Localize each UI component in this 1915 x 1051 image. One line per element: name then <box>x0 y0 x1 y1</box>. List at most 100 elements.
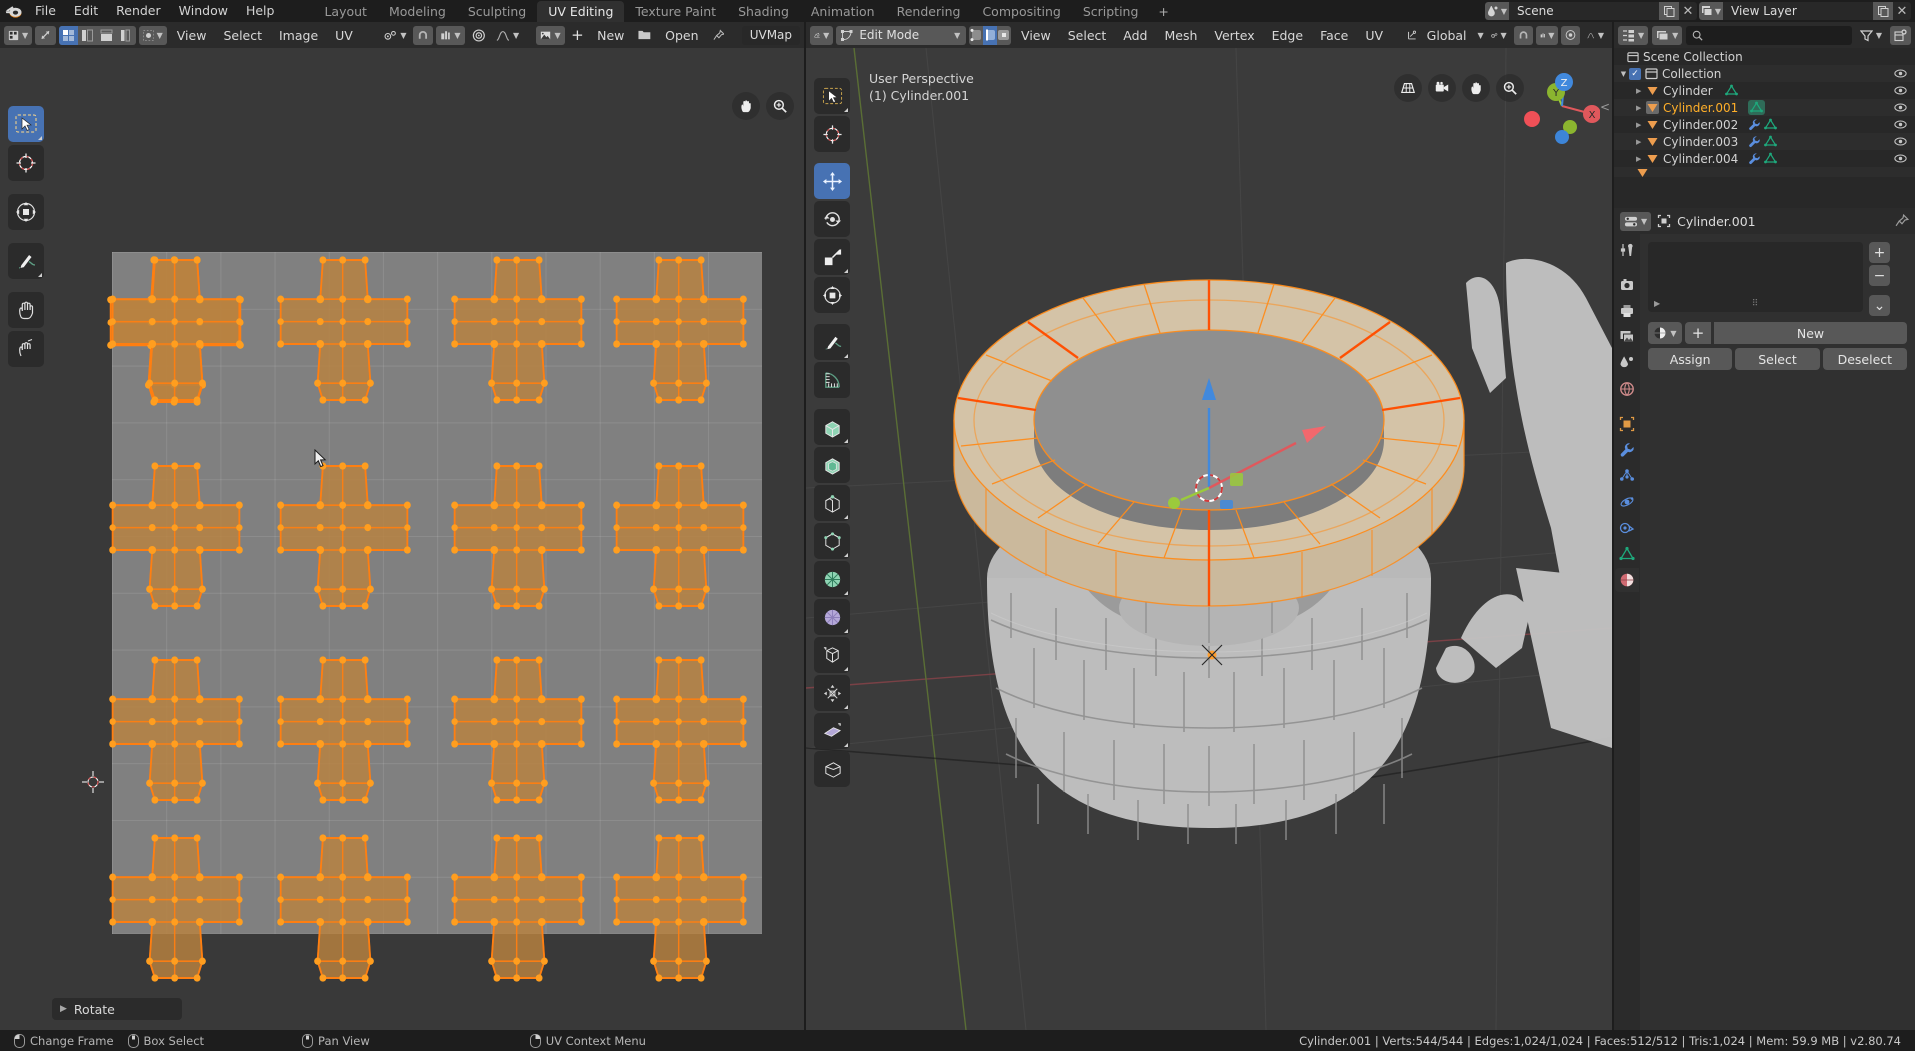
uv-island-select-icon[interactable] <box>116 26 135 45</box>
vp-tool-extrude[interactable] <box>814 409 850 445</box>
workspace-tab-rendering[interactable]: Rendering <box>886 1 972 22</box>
deselect-material-button[interactable]: Deselect <box>1822 348 1907 370</box>
uv-edge-select-icon[interactable] <box>78 26 97 45</box>
vp-menu-view[interactable]: View <box>1014 26 1058 45</box>
visibility-eye-icon[interactable] <box>1894 67 1907 80</box>
uv-tool-annotate[interactable] <box>8 243 44 279</box>
new-material-button[interactable]: New <box>1714 322 1907 344</box>
vp-tool-measure[interactable] <box>814 362 850 398</box>
vp-tool-cursor[interactable] <box>814 116 850 152</box>
properties-tab-material[interactable] <box>1615 568 1639 592</box>
mesh-data-icon[interactable] <box>1764 152 1778 165</box>
uv-editor-type-icon[interactable]: ▼ <box>4 25 33 45</box>
disclosure-triangle-icon[interactable]: ▶ <box>1636 121 1646 129</box>
mesh-data-icon[interactable] <box>1748 100 1766 115</box>
workspace-tab-modeling[interactable]: Modeling <box>378 1 457 22</box>
outliner-row-cylinder[interactable]: ▶ Cylinder <box>1614 82 1915 99</box>
blender-logo-icon[interactable] <box>0 0 26 22</box>
vp-tool-loopcut[interactable] <box>814 523 850 559</box>
menu-window[interactable]: Window <box>170 2 237 20</box>
remove-material-slot-button[interactable]: − <box>1869 265 1890 286</box>
duplicate-scene-icon[interactable] <box>1659 2 1679 20</box>
uv-sticky-selection-icon[interactable]: ▼ <box>138 25 167 45</box>
material-slot-list[interactable]: ▶ ⠿ <box>1648 242 1863 312</box>
edge-select-icon[interactable] <box>983 25 998 45</box>
uv-tool-grab[interactable] <box>8 292 44 328</box>
menu-file[interactable]: File <box>26 2 65 20</box>
view-axis-gizmo[interactable]: X Y Z <box>1524 68 1600 144</box>
vp-proportional-edit-icon[interactable] <box>1561 25 1581 45</box>
properties-tab-object[interactable] <box>1615 412 1639 436</box>
visibility-eye-icon[interactable] <box>1894 152 1907 165</box>
select-material-button[interactable]: Select <box>1735 348 1820 370</box>
modifier-icon[interactable] <box>1748 152 1761 165</box>
disclosure-triangle-icon[interactable]: ▶ <box>1636 155 1646 163</box>
vp-snap-target-icon[interactable]: ▼ <box>1535 25 1559 45</box>
visibility-eye-icon[interactable] <box>1894 101 1907 114</box>
vp-tool-annotate[interactable] <box>814 324 850 360</box>
pin-icon[interactable] <box>1895 214 1909 228</box>
uv-tool-move[interactable] <box>8 194 44 230</box>
vp-tool-tweak[interactable] <box>814 78 850 114</box>
vp-tool-shrink-fatten[interactable] <box>814 751 850 787</box>
uv-menu-uv[interactable]: UV <box>328 26 360 45</box>
uv-menu-view[interactable]: View <box>170 26 214 45</box>
filter-id-icon[interactable]: ▼ <box>1652 25 1683 45</box>
mesh-data-icon[interactable] <box>1764 135 1778 148</box>
disclosure-triangle-icon[interactable]: ▶ <box>1636 104 1646 112</box>
uv-pivot-point-icon[interactable]: ▼ <box>380 26 410 45</box>
properties-editor-type-icon[interactable]: ▼ <box>1620 211 1652 231</box>
properties-tab-tool[interactable] <box>1615 238 1639 262</box>
add-material-icon[interactable]: + <box>1685 322 1711 344</box>
vp-tool-scale[interactable] <box>814 239 850 275</box>
mesh-data-icon[interactable] <box>1764 118 1778 131</box>
disclosure-triangle-icon[interactable]: ▶ <box>1636 87 1646 95</box>
hand-pan-icon[interactable] <box>1462 74 1490 102</box>
add-image-icon[interactable]: + <box>568 26 587 45</box>
properties-tab-output[interactable] <box>1615 299 1639 323</box>
new-collection-icon[interactable] <box>1890 25 1911 45</box>
vp-tool-smooth[interactable] <box>814 675 850 711</box>
vertex-select-icon[interactable] <box>969 26 983 45</box>
remove-scene-icon[interactable]: ✕ <box>1679 2 1697 20</box>
grid-ortho-icon[interactable] <box>1394 74 1422 102</box>
hand-pan-icon[interactable] <box>732 92 760 120</box>
vp-tool-knife[interactable] <box>814 561 850 597</box>
outliner-row-cylinder-003[interactable]: ▶ Cylinder.003 <box>1614 133 1915 150</box>
triangle-right-icon[interactable]: ▶ <box>1654 299 1660 308</box>
menu-help[interactable]: Help <box>237 2 284 20</box>
sidebar-toggle-arrow[interactable]: < <box>1600 100 1610 114</box>
vp-menu-edge[interactable]: Edge <box>1265 26 1310 45</box>
workspace-tab-compositing[interactable]: Compositing <box>971 1 1071 22</box>
grip-dots-icon[interactable]: ⠿ <box>1752 299 1760 309</box>
uv-tool-cursor[interactable] <box>8 145 44 181</box>
vp-menu-uv[interactable]: UV <box>1358 26 1390 45</box>
face-select-icon[interactable] <box>997 26 1011 45</box>
collection-checkbox[interactable]: ✓ <box>1629 67 1641 80</box>
assign-material-button[interactable]: Assign <box>1648 348 1733 370</box>
disclosure-triangle-icon[interactable]: ▶ <box>1636 138 1646 146</box>
mesh-data-icon[interactable] <box>1724 84 1738 97</box>
zoom-magnifier-icon[interactable] <box>1496 74 1524 102</box>
workspace-tab-sculpting[interactable]: Sculpting <box>457 1 537 22</box>
uv-tool-relax[interactable] <box>8 331 44 367</box>
vp-tool-rotate[interactable] <box>814 201 850 237</box>
vp-tool-bevel[interactable] <box>814 485 850 521</box>
modifier-icon[interactable] <box>1748 118 1761 131</box>
vp-tool-inset[interactable] <box>814 447 850 483</box>
workspace-tab-scripting[interactable]: Scripting <box>1072 1 1150 22</box>
orientation-icon[interactable] <box>1403 26 1422 45</box>
chevron-down-icon[interactable]: ▼ <box>1618 70 1629 78</box>
outliner-row-partial[interactable] <box>1614 167 1915 177</box>
vp-pivot-point-icon[interactable]: ▼ <box>1487 26 1511 45</box>
visibility-eye-icon[interactable] <box>1894 118 1907 131</box>
image-datablock-icon[interactable]: ▼ <box>536 25 565 45</box>
uv-snap-target-icon[interactable]: ▼ <box>436 25 465 45</box>
properties-tab-constraints[interactable] <box>1615 516 1639 540</box>
vp-tool-edge-slide[interactable] <box>814 713 850 749</box>
funnel-icon[interactable]: ▼ <box>1856 26 1886 45</box>
camera-icon[interactable] <box>1428 74 1456 102</box>
workspace-tab-add[interactable]: + <box>1149 1 1177 22</box>
workspace-tab-texture-paint[interactable]: Texture Paint <box>624 1 727 22</box>
scene-name[interactable]: Scene <box>1509 2 1659 20</box>
